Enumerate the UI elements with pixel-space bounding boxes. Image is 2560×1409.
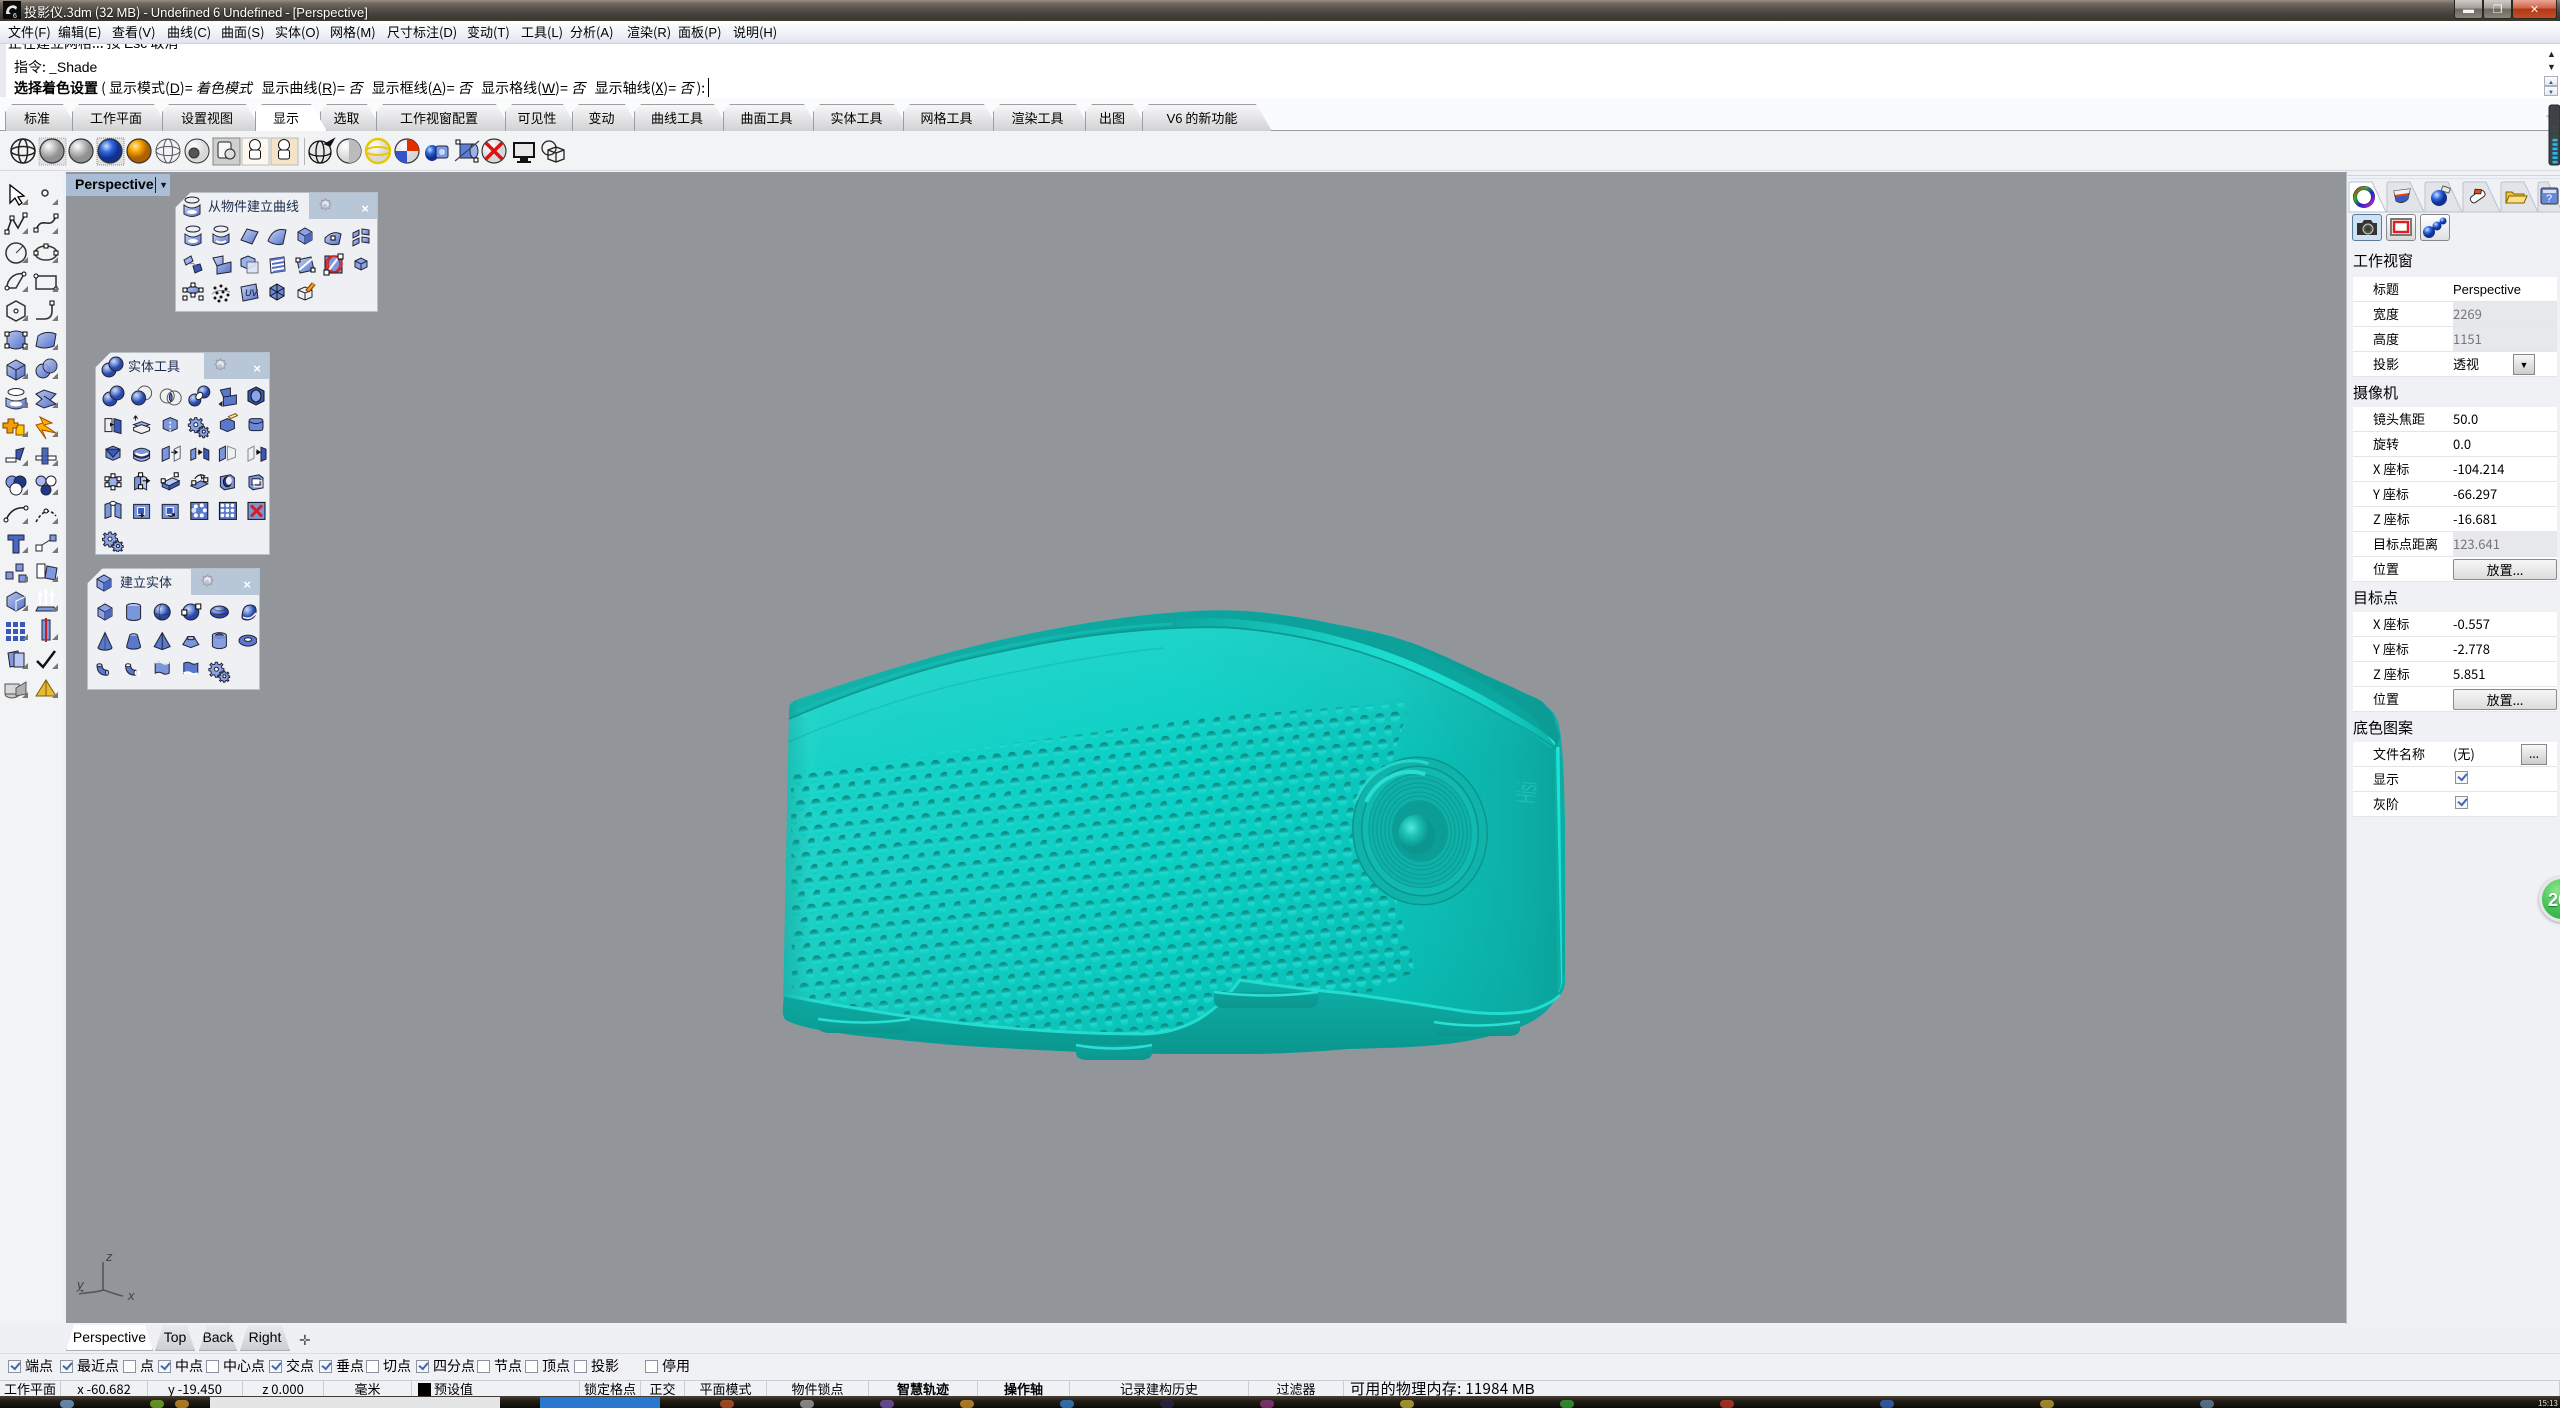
svg-text:z: z: [105, 1252, 113, 1264]
svg-text:?: ?: [2546, 193, 2552, 205]
svg-text:x: x: [127, 1288, 135, 1302]
svg-text:UV: UV: [245, 288, 258, 298]
svg-text:Hisi: Hisi: [1511, 780, 1543, 804]
svg-text:6: 6: [13, 13, 17, 19]
svg-text:y: y: [76, 1277, 85, 1292]
